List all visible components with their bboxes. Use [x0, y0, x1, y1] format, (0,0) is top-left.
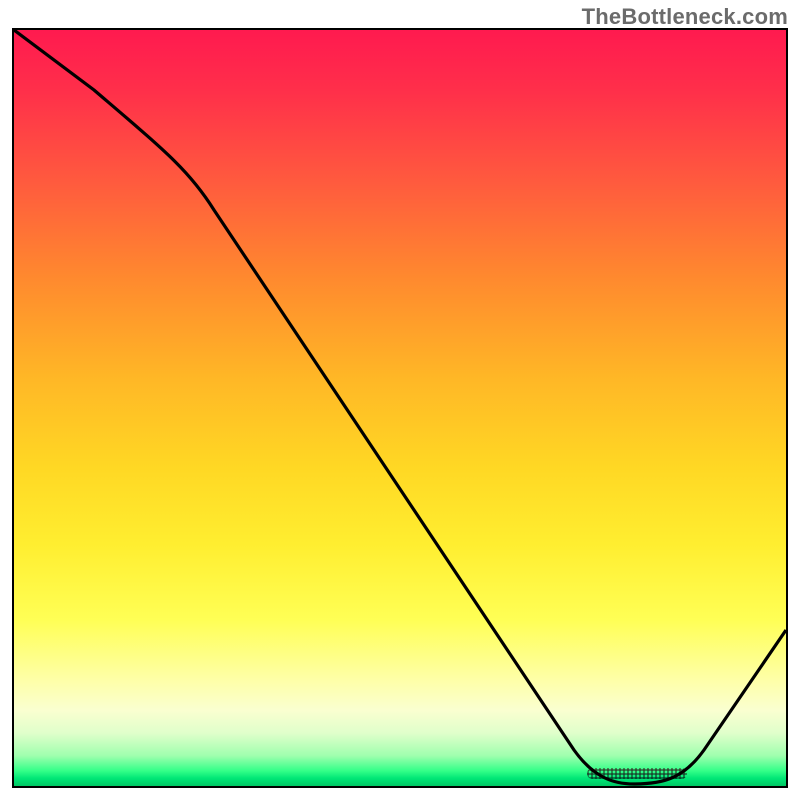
bottleneck-curve-path [14, 30, 786, 784]
watermark-text: TheBottleneck.com [582, 4, 788, 30]
chart-container: TheBottleneck.com [0, 0, 800, 800]
optimal-range-marker [587, 768, 687, 779]
plot-area [12, 28, 788, 788]
line-series [14, 30, 786, 786]
